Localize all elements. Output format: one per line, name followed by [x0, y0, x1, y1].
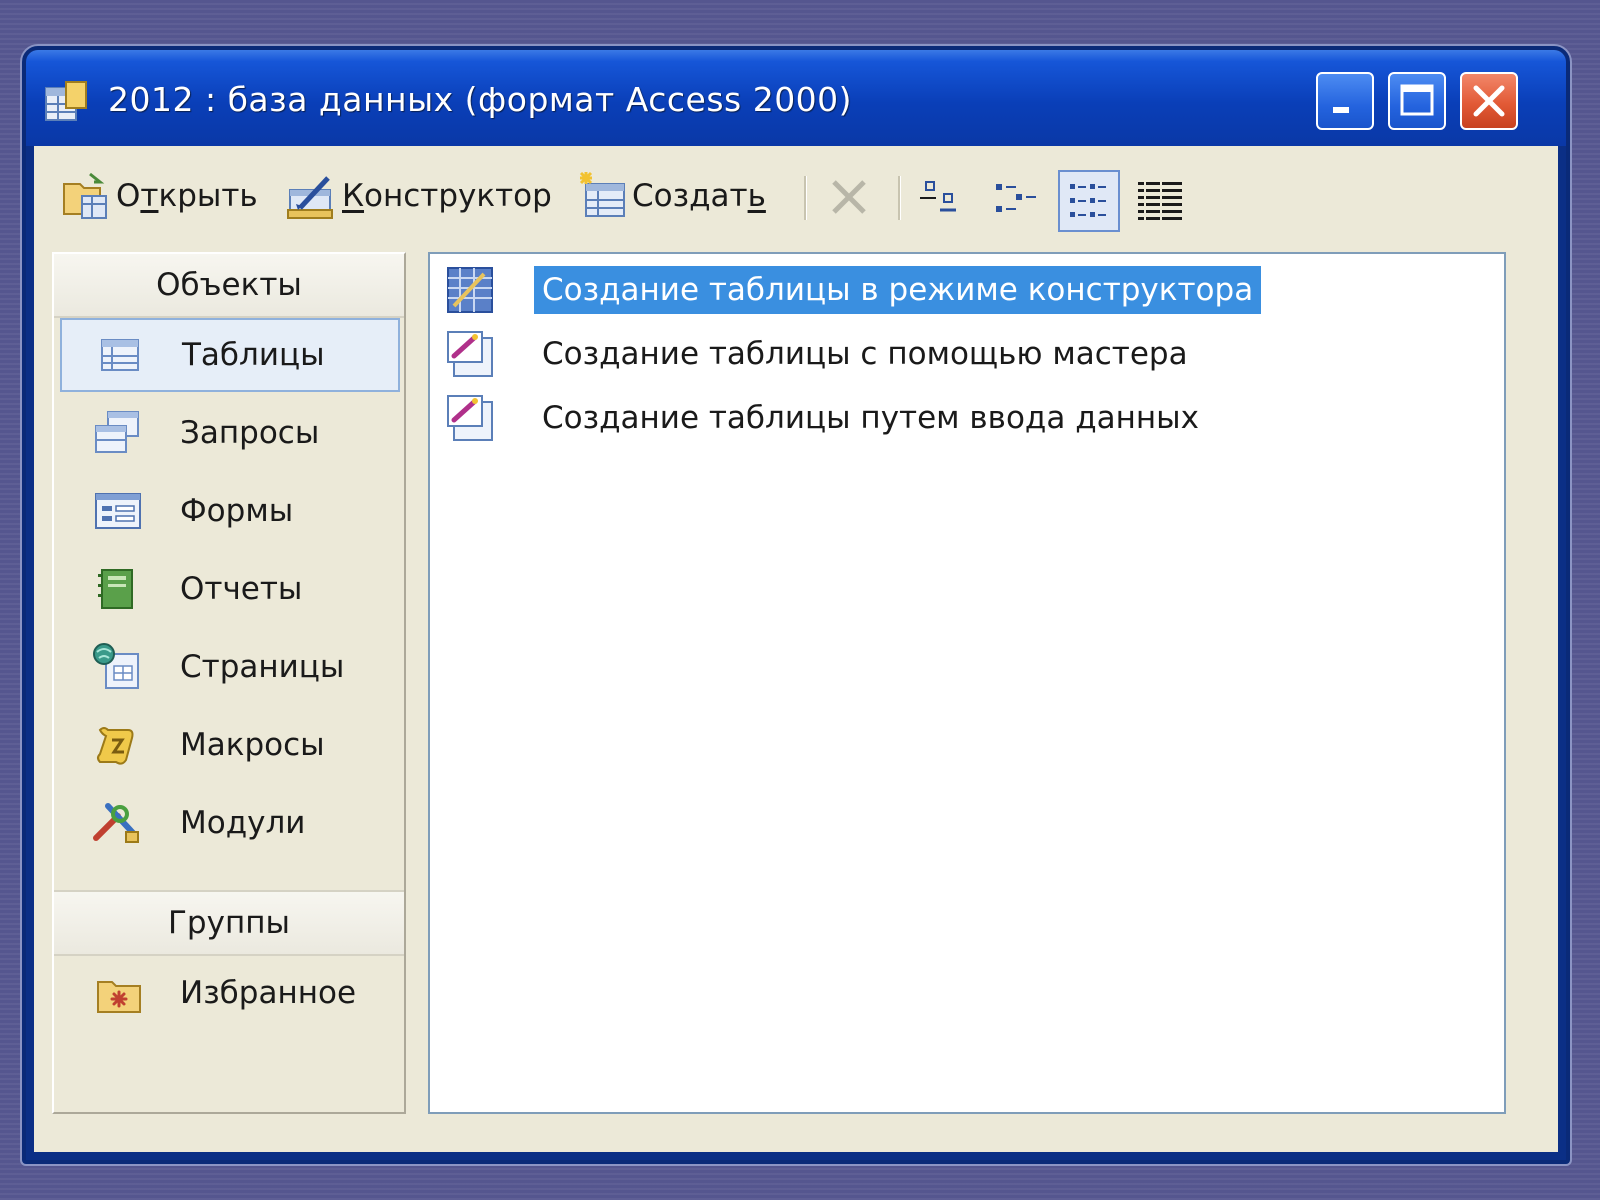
query-icon — [95, 411, 139, 453]
create-label-prefix: Создат — [632, 178, 748, 214]
list-view-icon — [1070, 184, 1106, 217]
list-view-button[interactable] — [1058, 170, 1120, 232]
groups-header[interactable]: Группы — [54, 890, 404, 956]
database-window: 2012 : база данных (формат Access 2000) — [22, 46, 1570, 1164]
object-item-label: Запросы — [180, 415, 320, 451]
close-icon — [1473, 85, 1505, 117]
list-item-label: Создание таблицы путем ввода данных — [542, 400, 1199, 436]
object-item-pages[interactable]: Страницы — [60, 630, 400, 704]
objects-bar: Объекты Таблицы Запросы Формы Отчеты Стр… — [52, 252, 406, 1114]
object-item-label: Таблицы — [182, 337, 325, 373]
object-item-queries[interactable]: Запросы — [60, 396, 400, 470]
object-item-label: Формы — [180, 493, 294, 529]
object-item-modules[interactable]: Модули — [60, 786, 400, 860]
create-label-accelerator: ь — [747, 178, 766, 214]
list-item-label: Создание таблицы с помощью мастера — [542, 336, 1188, 372]
delete-icon[interactable] — [824, 172, 874, 222]
large-icons-view-button[interactable] — [912, 170, 974, 232]
toolbar: От крыть Конструктор Создат ь — [34, 146, 1558, 242]
form-icon — [95, 493, 141, 529]
favorites-folder-icon — [97, 981, 141, 1013]
minimize-icon — [1333, 107, 1349, 113]
list-item-create-with-wizard[interactable]: Создание таблицы с помощью мастера — [444, 324, 1196, 384]
close-button[interactable] — [1460, 72, 1518, 130]
maximize-icon — [1400, 84, 1434, 116]
open-label-suffix: крыть — [158, 178, 258, 214]
toolbar-separator — [898, 176, 901, 220]
small-icons-view-button[interactable] — [986, 170, 1048, 232]
design-button[interactable]: Конструктор — [286, 168, 552, 224]
wizard-icon — [447, 395, 493, 441]
objects-header[interactable]: Объекты — [54, 254, 404, 318]
design-table-icon — [447, 267, 493, 313]
open-label-prefix: О — [116, 178, 141, 214]
small-icons-view-icon — [996, 184, 1036, 212]
open-icon — [63, 172, 107, 219]
object-item-reports[interactable]: Отчеты — [60, 552, 400, 626]
open-label-accelerator: т — [140, 178, 159, 214]
page-icon — [93, 643, 139, 689]
object-item-label: Страницы — [180, 649, 345, 685]
title-bar[interactable]: 2012 : база данных (формат Access 2000) — [26, 50, 1566, 146]
window-client-area: От крыть Конструктор Создат ь Объекты Та… — [34, 146, 1558, 1152]
create-button[interactable]: Создат ь — [576, 168, 766, 224]
object-item-label: Отчеты — [180, 571, 303, 607]
object-item-label: Модули — [180, 805, 306, 841]
group-item-favorites[interactable]: Избранное — [60, 956, 400, 1030]
list-item-create-by-data-entry[interactable]: Создание таблицы путем ввода данных — [444, 388, 1207, 448]
large-icons-view-icon — [920, 181, 956, 212]
object-item-forms[interactable]: Формы — [60, 474, 400, 548]
maximize-button[interactable] — [1388, 72, 1446, 130]
group-item-label: Избранное — [180, 975, 357, 1011]
create-icon — [579, 171, 625, 217]
details-view-icon — [1138, 180, 1182, 222]
object-item-tables[interactable]: Таблицы — [60, 318, 400, 392]
object-list: Создание таблицы в режиме конструктора С… — [428, 252, 1506, 1114]
module-icon — [93, 803, 139, 843]
list-item-label: Создание таблицы в режиме конструктора — [534, 266, 1262, 314]
design-label-accelerator: К — [342, 178, 365, 214]
macro-icon — [97, 727, 134, 765]
design-label-suffix: онструктор — [364, 178, 552, 214]
toolbar-separator — [804, 176, 807, 220]
report-icon — [98, 569, 133, 609]
wizard-icon — [447, 331, 493, 377]
details-view-button[interactable] — [1130, 170, 1192, 232]
design-icon — [287, 176, 333, 219]
object-item-macros[interactable]: Макросы — [60, 708, 400, 782]
minimize-button[interactable] — [1316, 72, 1374, 130]
database-icon — [45, 81, 87, 121]
table-icon — [101, 339, 139, 371]
window-title: 2012 : база данных (формат Access 2000) — [108, 80, 853, 119]
open-button[interactable]: От крыть — [60, 168, 258, 224]
list-item-create-in-design-view[interactable]: Создание таблицы в режиме конструктора — [444, 260, 1262, 320]
object-item-label: Макросы — [180, 727, 325, 763]
